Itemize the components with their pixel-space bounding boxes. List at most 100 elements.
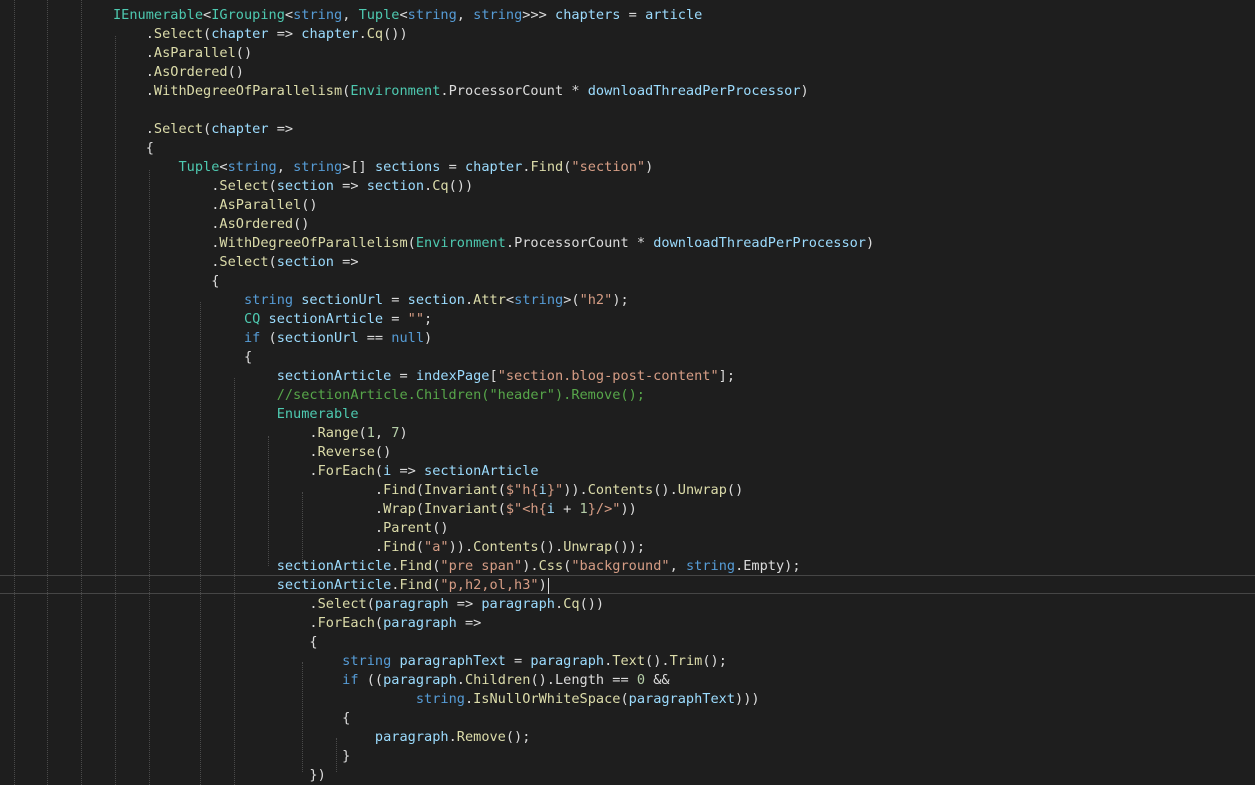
- code-line[interactable]: {: [113, 633, 317, 652]
- code-line[interactable]: .Select(paragraph => paragraph.Cq()): [113, 595, 604, 614]
- code-line[interactable]: .WithDegreeOfParallelism(Environment.Pro…: [113, 82, 809, 101]
- code-line[interactable]: sectionArticle.Find("p,h2,ol,h3"): [113, 576, 547, 595]
- code-line[interactable]: .Reverse(): [113, 443, 391, 462]
- code-line[interactable]: .Range(1, 7): [113, 424, 407, 443]
- code-token-punct: =: [620, 7, 646, 23]
- code-token-variable: chapter: [301, 26, 359, 42]
- code-line[interactable]: .Find(Invariant($"h{i}")).Contents().Unw…: [113, 481, 743, 500]
- code-token-plain: ProcessorCount: [448, 83, 564, 99]
- code-line[interactable]: {: [113, 272, 219, 291]
- code-token-punct: =: [383, 311, 408, 327]
- code-line[interactable]: .AsOrdered(): [113, 63, 244, 82]
- code-token-type: Tuple: [358, 7, 400, 23]
- code-token-punct: .: [113, 482, 384, 498]
- code-line[interactable]: string sectionUrl = section.Attr<string>…: [113, 291, 629, 310]
- code-line[interactable]: .Find("a")).Contents().Unwrap());: [113, 538, 645, 557]
- code-token-punct: {: [113, 140, 154, 156]
- code-token-string: "section.blog-post-content": [497, 368, 719, 384]
- code-line[interactable]: sectionArticle = indexPage["section.blog…: [113, 367, 735, 386]
- code-token-punct: )).: [448, 539, 474, 555]
- code-line[interactable]: .Wrap(Invariant($"<h{i + 1}/>")): [113, 500, 637, 519]
- code-token-method: Css: [538, 558, 564, 574]
- code-token-punct: [113, 292, 244, 308]
- code-token-punct: ): [866, 235, 875, 251]
- code-token-punct: (: [260, 330, 277, 346]
- code-line[interactable]: paragraph.Remove();: [113, 728, 531, 747]
- code-token-string: "pre span": [440, 558, 523, 574]
- code-token-method: Select: [219, 254, 269, 270]
- code-line[interactable]: .ForEach(paragraph =>: [113, 614, 481, 633]
- code-token-punct: )).: [563, 482, 588, 498]
- code-token-punct: .: [113, 64, 154, 80]
- code-token-punct: .: [113, 235, 220, 251]
- code-line[interactable]: if ((paragraph.Children().Length == 0 &&: [113, 671, 669, 690]
- code-line[interactable]: .Parent(): [113, 519, 449, 538]
- code-token-method: ForEach: [317, 463, 375, 479]
- code-token-punct: =: [383, 292, 408, 308]
- code-line[interactable]: .AsParallel(): [113, 196, 317, 215]
- code-token-punct: =: [505, 653, 531, 669]
- code-line[interactable]: {: [113, 348, 252, 367]
- code-token-keyword: string: [407, 7, 457, 23]
- code-token-string: "p,h2,ol,h3": [440, 577, 539, 593]
- code-line[interactable]: {: [113, 139, 154, 158]
- code-token-keyword: string: [227, 159, 277, 175]
- code-line[interactable]: Tuple<string, string>[] sections = chapt…: [113, 158, 653, 177]
- code-token-keyword: string: [473, 7, 523, 23]
- code-token-method: Wrap: [383, 501, 416, 517]
- code-token-comment: //sectionArticle.Children("header").Remo…: [276, 387, 645, 403]
- code-token-punct: ()): [383, 26, 408, 42]
- code-token-punct: .: [464, 292, 474, 308]
- code-line[interactable]: .Select(section => section.Cq()): [113, 177, 473, 196]
- code-line[interactable]: .Select(chapter => chapter.Cq()): [113, 25, 408, 44]
- code-line[interactable]: .Select(chapter =>: [113, 120, 293, 139]
- code-token-punct: [113, 368, 277, 384]
- code-token-variable: i: [546, 501, 555, 517]
- code-editor[interactable]: IEnumerable<IGrouping<string, Tuple<stri…: [0, 0, 1255, 785]
- code-line[interactable]: .WithDegreeOfParallelism(Environment.Pro…: [113, 234, 874, 253]
- code-line[interactable]: .AsOrdered(): [113, 215, 309, 234]
- text-caret: [547, 578, 549, 594]
- code-token-punct: (: [366, 596, 375, 612]
- code-token-variable: sectionArticle: [276, 368, 392, 384]
- code-line[interactable]: .Select(section =>: [113, 253, 358, 272]
- code-line[interactable]: Enumerable: [113, 405, 359, 424]
- code-line[interactable]: }): [113, 766, 325, 785]
- code-line[interactable]: string.IsNullOrWhiteSpace(paragraphText)…: [113, 690, 768, 709]
- code-token-method: Children: [464, 672, 531, 688]
- code-token-punct: =: [391, 368, 416, 384]
- code-line[interactable]: }: [113, 747, 350, 766]
- code-line[interactable]: {: [113, 709, 350, 728]
- code-token-punct: ,: [374, 425, 392, 441]
- code-token-punct: ().: [530, 672, 555, 688]
- code-token-keyword: string: [342, 653, 392, 669]
- code-line[interactable]: CQ sectionArticle = "";: [113, 310, 432, 329]
- code-line[interactable]: IEnumerable<IGrouping<string, Tuple<stri…: [113, 6, 702, 25]
- code-token-variable: section: [276, 254, 334, 270]
- code-token-punct: .: [113, 254, 220, 270]
- code-token-punct: .: [113, 121, 154, 137]
- code-token-punct: .: [358, 26, 367, 42]
- code-token-variable: sectionUrl: [301, 292, 384, 308]
- code-token-variable: paragraphText: [399, 653, 506, 669]
- code-token-string: "a": [424, 539, 449, 555]
- code-token-method: WithDegreeOfParallelism: [219, 235, 408, 251]
- code-token-punct: }: [113, 748, 351, 764]
- code-token-keyword: null: [391, 330, 425, 346]
- code-token-string: $"<h{: [505, 501, 547, 517]
- code-line[interactable]: //sectionArticle.Children("header").Remo…: [113, 386, 645, 405]
- code-token-punct: .: [440, 83, 449, 99]
- code-line[interactable]: .AsParallel(): [113, 44, 252, 63]
- code-token-punct: .: [113, 615, 318, 631]
- code-line[interactable]: if (sectionUrl == null): [113, 329, 432, 348]
- code-token-punct: ): [645, 159, 654, 175]
- code-line[interactable]: .ForEach(i => sectionArticle: [113, 462, 538, 481]
- code-token-method: Select: [153, 121, 204, 137]
- code-token-punct: .: [113, 45, 154, 61]
- code-line[interactable]: sectionArticle.Find("pre span").Css("bac…: [113, 557, 801, 576]
- code-token-punct: ];: [718, 368, 736, 384]
- code-token-punct: .: [113, 425, 318, 441]
- code-token-method: Find: [383, 539, 416, 555]
- code-token-punct: (: [268, 178, 277, 194]
- code-line[interactable]: string paragraphText = paragraph.Text().…: [113, 652, 727, 671]
